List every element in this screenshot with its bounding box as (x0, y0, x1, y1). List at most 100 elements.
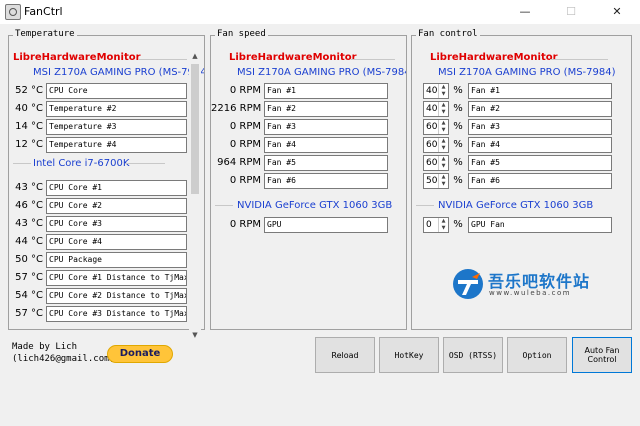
fancontrol-percent-spinner[interactable]: 50 ▲ ▼ (423, 173, 449, 189)
watermark-url: www.wuleba.com (489, 289, 572, 297)
spinner-arrows-icon[interactable]: ▲ ▼ (438, 218, 448, 232)
fanctrl-app-icon (5, 4, 21, 20)
temp-name-field[interactable]: CPU Core #1 (46, 180, 187, 196)
temp-board-name: MSI Z170A GAMING PRO (MS-7984) (33, 67, 204, 78)
reload-button[interactable]: Reload (315, 337, 375, 373)
fancontrol-name-field[interactable]: Fan #4 (468, 137, 612, 153)
scroll-thumb[interactable] (191, 64, 199, 194)
fanspeed-name-field[interactable]: Fan #3 (264, 119, 388, 135)
fancontrol-gpu-name-field[interactable]: GPU Fan (468, 217, 612, 233)
fancontrol-name-field[interactable]: Fan #5 (468, 155, 612, 171)
spinner-arrows-icon[interactable]: ▲ ▼ (438, 84, 448, 98)
fanspeed-board-name: MSI Z170A GAMING PRO (MS-7984) (237, 67, 406, 78)
option-button[interactable]: Option (507, 337, 567, 373)
author-email: (lich426@gmail.com) (12, 354, 115, 364)
temp-row: 43 °C CPU Core #1 (9, 180, 204, 196)
osd-rtss-button[interactable]: OSD (RTSS) (443, 337, 503, 373)
fancontrol-name-field[interactable]: Fan #6 (468, 173, 612, 189)
percent-sign: % (453, 121, 463, 132)
auto-fan-control-label-line1: Auto Fan (584, 346, 620, 355)
temp-name-field[interactable]: CPU Core #3 Distance to TjMax (46, 306, 187, 322)
fanspeed-row: 0 RPM Fan #6 (211, 173, 406, 189)
temp-value: 43 °C (15, 182, 43, 193)
temp-name-field[interactable]: Temperature #2 (46, 101, 187, 117)
temp-value: 44 °C (15, 236, 43, 247)
percent-sign: % (453, 85, 463, 96)
temp-name-field[interactable]: CPU Core #1 Distance to TjMax (46, 270, 187, 286)
temp-name-field[interactable]: CPU Core (46, 83, 187, 99)
temp-value: 52 °C (15, 85, 43, 96)
auto-fan-control-button[interactable]: Auto Fan Control (572, 337, 632, 373)
fanspeed-lhm-header: LibreHardwareMonitor (229, 52, 357, 63)
fanspeed-value: 0 RPM (229, 139, 261, 150)
temperature-group: Temperature LibreHardwareMonitor MSI Z17… (8, 29, 205, 341)
fanspeed-gpu-name-field[interactable]: GPU (264, 217, 388, 233)
temp-name-field[interactable]: CPU Core #4 (46, 234, 187, 250)
fancontrol-percent-value[interactable]: 40 (426, 102, 437, 116)
donate-button[interactable]: Donate (107, 345, 173, 363)
fancontrol-percent-value[interactable]: 60 (426, 120, 437, 134)
temp-lhm-header: LibreHardwareMonitor (13, 52, 141, 63)
fancontrol-row: 40 ▲ ▼% Fan #1 (412, 83, 631, 99)
spinner-arrows-icon[interactable]: ▲ ▼ (438, 138, 448, 152)
fanspeed-name-field[interactable]: Fan #6 (264, 173, 388, 189)
fancontrol-gpu-name: NVIDIA GeForce GTX 1060 3GB (438, 200, 594, 211)
temp-row: 12 °C Temperature #4 (9, 137, 204, 153)
fancontrol-percent-spinner[interactable]: 60 ▲ ▼ (423, 137, 449, 153)
spinner-arrows-icon[interactable]: ▲ ▼ (438, 156, 448, 170)
fancontrol-gpu-percent-value[interactable]: 0 (426, 218, 432, 232)
fancontrol-name-field[interactable]: Fan #1 (468, 83, 612, 99)
fancontrol-percent-value[interactable]: 60 (426, 138, 437, 152)
scroll-up-arrow-icon[interactable]: ▲ (189, 50, 201, 62)
fancontrol-percent-spinner[interactable]: 40 ▲ ▼ (423, 83, 449, 99)
fancontrol-lhm-header: LibreHardwareMonitor (430, 52, 558, 63)
fancontrol-percent-value[interactable]: 60 (426, 156, 437, 170)
temp-name-field[interactable]: CPU Package (46, 252, 187, 268)
fanspeed-gpu-value: 0 RPM (229, 219, 261, 230)
fancontrol-name-field[interactable]: Fan #2 (468, 101, 612, 117)
hotkey-button[interactable]: HotKey (379, 337, 439, 373)
spinner-arrows-icon[interactable]: ▲ ▼ (438, 102, 448, 116)
fancontrol-percent-spinner[interactable]: 60 ▲ ▼ (423, 119, 449, 135)
fanspeed-row: 2216 RPM Fan #2 (211, 101, 406, 117)
temp-name-field[interactable]: Temperature #3 (46, 119, 187, 135)
temp-value: 57 °C (15, 308, 43, 319)
temp-name-field[interactable]: CPU Core #2 Distance to TjMax (46, 288, 187, 304)
fancontrol-row: 60 ▲ ▼% Fan #4 (412, 137, 631, 153)
temperature-scroll-area[interactable]: LibreHardwareMonitor MSI Z170A GAMING PR… (9, 42, 204, 329)
fanspeed-name-field[interactable]: Fan #1 (264, 83, 388, 99)
fanspeed-value: 0 RPM (229, 121, 261, 132)
minimize-button[interactable]: — (502, 0, 548, 24)
temp-name-field[interactable]: CPU Core #2 (46, 198, 187, 214)
temp-row: 14 °C Temperature #3 (9, 119, 204, 135)
temp-row: 57 °C CPU Core #1 Distance to TjMax (9, 270, 204, 286)
spinner-arrows-icon[interactable]: ▲ ▼ (438, 120, 448, 134)
temp-row: 54 °C CPU Core #2 Distance to TjMax (9, 288, 204, 304)
percent-sign: % (453, 157, 463, 168)
scroll-down-arrow-icon[interactable]: ▼ (189, 329, 201, 341)
watermark: 吾乐吧软件站 www.wuleba.com (452, 268, 600, 302)
fancontrol-gpu-percent-spinner[interactable]: 0 ▲ ▼ (423, 217, 449, 233)
fancontrol-percent-value[interactable]: 50 (426, 174, 437, 188)
fancontrol-name-field[interactable]: Fan #3 (468, 119, 612, 135)
fancontrol-percent-value[interactable]: 40 (426, 84, 437, 98)
temp-name-field[interactable]: CPU Core #3 (46, 216, 187, 232)
fanspeed-name-field[interactable]: Fan #5 (264, 155, 388, 171)
fanspeed-name-field[interactable]: Fan #4 (264, 137, 388, 153)
fancontrol-percent-spinner[interactable]: 40 ▲ ▼ (423, 101, 449, 117)
fanspeed-value: 964 RPM (217, 157, 261, 168)
close-button[interactable]: ✕ (594, 0, 640, 24)
temp-value: 54 °C (15, 290, 43, 301)
fancontrol-percent-spinner[interactable]: 60 ▲ ▼ (423, 155, 449, 171)
fanspeed-name-field[interactable]: Fan #2 (264, 101, 388, 117)
made-by-text: Made by Lich (12, 342, 78, 352)
temp-name-field[interactable]: Temperature #4 (46, 137, 187, 153)
spinner-arrows-icon[interactable]: ▲ ▼ (438, 174, 448, 188)
fanspeed-gpu-name: NVIDIA GeForce GTX 1060 3GB (237, 200, 393, 211)
fancontrol-row: 60 ▲ ▼% Fan #3 (412, 119, 631, 135)
temp-value: 57 °C (15, 272, 43, 283)
fanspeed-row: 964 RPM Fan #5 (211, 155, 406, 171)
temp-row: 57 °C CPU Core #3 Distance to TjMax (9, 306, 204, 322)
fanspeed-row: 0 RPM Fan #3 (211, 119, 406, 135)
temperature-scrollbar[interactable]: ▲ ▼ (189, 50, 201, 341)
